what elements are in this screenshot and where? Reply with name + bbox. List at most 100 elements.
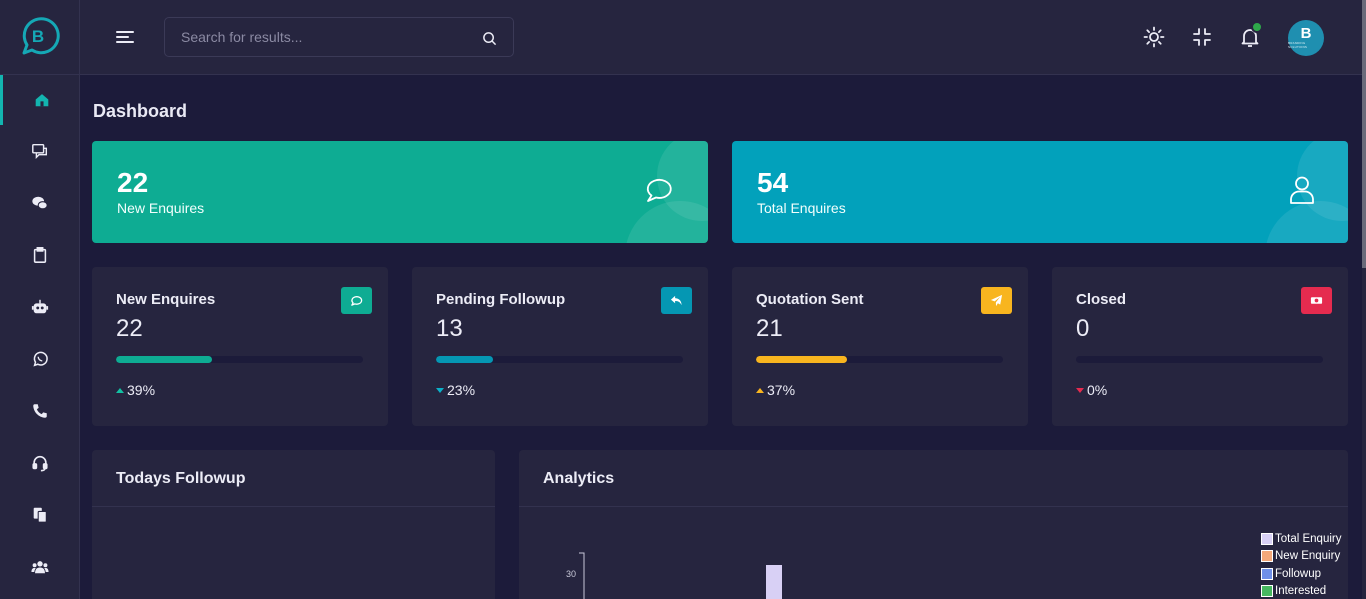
panel-title: Analytics: [543, 470, 615, 487]
stat-card-percent: 39%: [127, 382, 156, 398]
legend-label: New Enquiry: [1275, 550, 1341, 563]
legend-swatch: [1261, 585, 1273, 598]
stat-card-progress-track: [756, 356, 1003, 363]
clipboard-icon: [33, 247, 47, 263]
search-box: [164, 17, 514, 57]
analytics-chart: 30: [566, 552, 782, 599]
stat-card-progress-fill: [756, 356, 848, 363]
sidebar-item-bot[interactable]: [0, 282, 80, 332]
headset-icon: [32, 455, 48, 472]
legend-swatch: [1261, 550, 1273, 563]
stat-card-trend: 37%: [756, 382, 795, 398]
documents-icon: [33, 507, 47, 523]
sun-icon[interactable]: [1142, 25, 1166, 49]
user-avatar[interactable]: B BRANDING SOLUTIONS: [1288, 20, 1324, 56]
stat-card-percent: 0%: [1087, 382, 1108, 398]
stat-card-percent: 23%: [447, 382, 476, 398]
stat-card-progress-track: [1076, 356, 1323, 363]
stat-card-progress-track: [116, 356, 363, 363]
trend-down-icon: [1076, 387, 1084, 393]
stat-card-new-enquires[interactable]: New Enquires 22 39%: [92, 267, 388, 426]
sidebar-item-enquiries[interactable]: [0, 126, 80, 176]
summary-value: 22: [117, 167, 149, 198]
chart-legend: Total Enquiry New Enquiry Followup Interest…: [1261, 530, 1341, 599]
trend-up-icon: [756, 387, 764, 393]
home-icon: [35, 94, 48, 107]
stat-card-badge: [981, 287, 1012, 314]
reply-icon: [670, 295, 682, 306]
sidebar-item-tasks[interactable]: [0, 230, 80, 280]
stat-card-closed[interactable]: Closed 0 0%: [1052, 267, 1348, 426]
wechat-icon: [32, 196, 48, 210]
users-icon: [31, 561, 49, 574]
exit-fullscreen-icon[interactable]: [1190, 25, 1214, 49]
trend-down-icon: [436, 387, 444, 393]
send-icon: [990, 294, 1003, 307]
legend-item[interactable]: Interested: [1261, 583, 1341, 599]
stat-card-pending-followup[interactable]: Pending Followup 13 23%: [412, 267, 708, 426]
stat-card-progress-fill: [436, 356, 493, 363]
stat-card-title: Quotation Sent: [756, 291, 864, 308]
menu-toggle-button[interactable]: [114, 27, 136, 47]
avatar-subtext: BRANDING SOLUTIONS: [1288, 41, 1308, 49]
stat-card-badge: [661, 287, 692, 314]
search-input[interactable]: [165, 18, 513, 56]
sidebar-item-chat[interactable]: [0, 178, 80, 228]
stat-card-percent: 37%: [767, 382, 796, 398]
top-header: B BRANDING SOLUTIONS: [80, 0, 1366, 75]
panel-title: Todays Followup: [116, 470, 246, 487]
chart-y-axis: [579, 552, 585, 599]
stat-card-title: Closed: [1076, 291, 1127, 308]
avatar-letter: B: [1300, 25, 1312, 42]
summary-label: Total Enquires: [757, 200, 846, 216]
page-scrollbar[interactable]: [1362, 0, 1366, 599]
stat-card-progress-track: [436, 356, 683, 363]
stat-card-badge: [341, 287, 372, 314]
sidebar: B: [0, 0, 80, 599]
summary-value: 54: [757, 167, 789, 198]
stat-card-progress-fill: [116, 356, 213, 363]
legend-item[interactable]: Followup: [1261, 565, 1341, 583]
total-enquires-summary-card[interactable]: 54 Total Enquires: [732, 141, 1348, 243]
stat-card-value: 22: [116, 315, 143, 342]
stat-card-badge: [1301, 287, 1332, 314]
stat-card-value: 0: [1076, 315, 1090, 342]
money-icon: [1310, 297, 1323, 304]
new-enquires-summary-card[interactable]: 22 New Enquires: [92, 141, 708, 243]
page-title: Dashboard: [93, 101, 188, 121]
trend-up-icon: [116, 387, 124, 393]
sidebar-item-documents[interactable]: [0, 490, 80, 540]
comments-icon: [32, 143, 48, 160]
message-icon: [351, 296, 363, 306]
sidebar-item-users[interactable]: [0, 542, 80, 592]
summary-label: New Enquires: [117, 200, 205, 216]
hamburger-menu-icon: [116, 31, 134, 43]
analytics-panel: Analytics 30 Total Enquiry New Enquiry Fol…: [519, 450, 1348, 599]
legend-label: Followup: [1275, 567, 1322, 580]
stat-card-trend: 39%: [116, 382, 155, 398]
brand-logo[interactable]: B: [16, 15, 60, 59]
legend-swatch: [1261, 567, 1273, 580]
sidebar-item-support[interactable]: [0, 438, 80, 488]
sidebar-item-whatsapp[interactable]: [0, 334, 80, 384]
sidebar-item-dashboard[interactable]: [0, 75, 80, 125]
y-tick-label: 30: [566, 569, 576, 579]
legend-item[interactable]: New Enquiry: [1261, 548, 1341, 566]
search-icon[interactable]: [482, 31, 497, 46]
sidebar-item-calls[interactable]: [0, 386, 80, 436]
chat-bubble-icon: [646, 178, 672, 202]
stat-card-title: Pending Followup: [436, 291, 566, 308]
stat-card-value: 21: [756, 315, 783, 342]
legend-item[interactable]: Total Enquiry: [1261, 530, 1341, 548]
legend-label: Interested: [1275, 585, 1327, 598]
brand-logo-letter: B: [32, 27, 44, 46]
scrollbar-thumb[interactable]: [1362, 0, 1366, 268]
stat-card-value: 13: [436, 315, 463, 342]
stat-card-trend: 0%: [1076, 382, 1107, 398]
stat-card-quotation-sent[interactable]: Quotation Sent 21 37%: [732, 267, 1028, 426]
whatsapp-icon: [33, 351, 48, 367]
phone-icon: [33, 404, 47, 418]
stat-card-title: New Enquires: [116, 291, 216, 308]
robot-icon: [31, 299, 49, 314]
chart-bar-total-enquiry[interactable]: [766, 565, 782, 599]
